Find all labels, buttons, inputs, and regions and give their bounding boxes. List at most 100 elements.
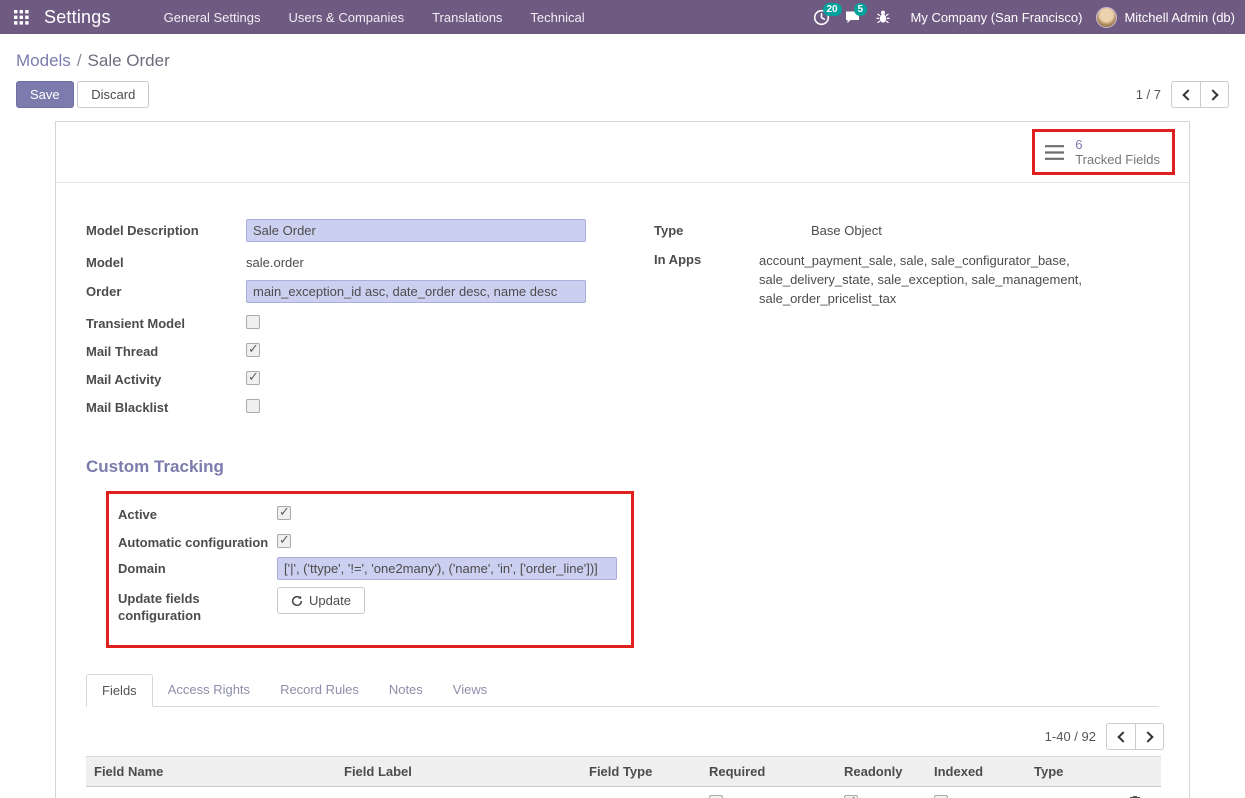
cell-type[interactable]: Base Field xyxy=(1026,787,1121,798)
active-checkbox[interactable] xyxy=(277,506,291,520)
save-button[interactable]: Save xyxy=(16,81,74,108)
automatic-configuration-checkbox[interactable] xyxy=(277,534,291,548)
transient-model-label: Transient Model xyxy=(86,312,246,332)
activities-count-badge: 20 xyxy=(823,3,842,16)
user-menu[interactable]: Mitchell Admin (db) xyxy=(1096,7,1235,28)
grid-icon xyxy=(14,10,29,25)
tracked-fields-label: Tracked Fields xyxy=(1075,152,1160,167)
mail-thread-checkbox[interactable] xyxy=(246,343,260,357)
menu-users-companies[interactable]: Users & Companies xyxy=(275,2,417,33)
active-label: Active xyxy=(118,503,277,523)
table-header-row: Field Name Field Label Field Type Requir… xyxy=(86,757,1161,787)
control-panel: Save Discard 1 / 7 xyxy=(0,77,1245,108)
tracked-fields-button[interactable]: 6 Tracked Fields xyxy=(1035,132,1172,172)
list-pager: 1-40 / 92 xyxy=(56,723,1164,750)
messages-button[interactable]: 5 xyxy=(844,9,861,25)
tracked-fields-count: 6 xyxy=(1075,137,1160,152)
record-pager-previous-button[interactable] xyxy=(1171,81,1200,108)
header-required[interactable]: Required xyxy=(701,757,836,787)
model-description-input[interactable] xyxy=(246,219,586,242)
form-right-column: Type Base Object In Apps account_payment… xyxy=(631,219,1159,425)
discard-button[interactable]: Discard xyxy=(77,81,149,108)
custom-tracking-annotation-box: Active Automatic configuration Domain Up… xyxy=(106,491,634,648)
tab-views[interactable]: Views xyxy=(438,674,502,707)
cell-field-type[interactable]: datetime xyxy=(581,787,701,798)
list-pager-previous-button[interactable] xyxy=(1106,723,1135,750)
refresh-icon xyxy=(291,595,303,607)
tab-record-rules[interactable]: Record Rules xyxy=(265,674,374,707)
header-type[interactable]: Type xyxy=(1026,757,1121,787)
update-button-label: Update xyxy=(309,593,351,608)
mail-blacklist-checkbox[interactable] xyxy=(246,399,260,413)
current-app-name[interactable]: Settings xyxy=(44,7,111,28)
automatic-configuration-label: Automatic configuration xyxy=(118,531,277,551)
user-name: Mitchell Admin (db) xyxy=(1124,10,1235,25)
mail-activity-checkbox[interactable] xyxy=(246,371,260,385)
breadcrumb: Models / Sale Order xyxy=(0,34,1245,77)
top-navbar: Settings General Settings Users & Compan… xyxy=(0,0,1245,34)
order-label: Order xyxy=(86,280,246,300)
header-readonly[interactable]: Readonly xyxy=(836,757,926,787)
model-label: Model xyxy=(86,251,246,271)
menu-translations[interactable]: Translations xyxy=(419,2,515,33)
breadcrumb-current: Sale Order xyxy=(88,51,170,70)
in-apps-label: In Apps xyxy=(654,248,759,268)
model-description-label: Model Description xyxy=(86,219,246,239)
button-box: 6 Tracked Fields xyxy=(56,122,1189,183)
menu-general-settings[interactable]: General Settings xyxy=(151,2,274,33)
tab-access-rights[interactable]: Access Rights xyxy=(153,674,265,707)
domain-input[interactable] xyxy=(277,557,617,580)
update-fields-configuration-label: Update fields configuration xyxy=(118,587,277,624)
order-input[interactable] xyxy=(246,280,586,303)
form-left-column: Model Description Model sale.order Order… xyxy=(86,219,631,425)
type-value: Base Object xyxy=(811,219,882,239)
chevron-left-icon xyxy=(1117,731,1128,742)
user-avatar xyxy=(1096,7,1117,28)
cell-field-label[interactable]: Last Modified on xyxy=(336,787,581,798)
transient-model-checkbox[interactable] xyxy=(246,315,260,329)
main-menu: General Settings Users & Companies Trans… xyxy=(151,2,813,33)
breadcrumb-models-link[interactable]: Models xyxy=(16,51,71,70)
model-value: sale.order xyxy=(246,251,304,271)
in-apps-value: account_payment_sale, sale, sale_configu… xyxy=(759,248,1159,308)
chevron-left-icon xyxy=(1182,89,1193,100)
apps-menu-icon[interactable] xyxy=(8,4,34,30)
form-fields: Model Description Model sale.order Order… xyxy=(56,183,1189,425)
messages-count-badge: 5 xyxy=(854,3,868,16)
menu-technical[interactable]: Technical xyxy=(517,2,597,33)
record-pager-next-button[interactable] xyxy=(1200,81,1229,108)
breadcrumb-separator: / xyxy=(77,51,82,70)
header-field-name[interactable]: Field Name xyxy=(86,757,336,787)
notebook-tabs: Fields Access Rights Record Rules Notes … xyxy=(86,674,1159,707)
update-button[interactable]: Update xyxy=(277,587,365,614)
header-actions xyxy=(1121,757,1161,787)
form-buttons: Save Discard xyxy=(16,81,149,108)
chevron-right-icon xyxy=(1142,731,1153,742)
tracked-fields-annotation-box: 6 Tracked Fields xyxy=(1032,129,1175,175)
activities-button[interactable]: 20 xyxy=(813,9,830,26)
header-indexed[interactable]: Indexed xyxy=(926,757,1026,787)
mail-thread-label: Mail Thread xyxy=(86,340,246,360)
company-switcher[interactable]: My Company (San Francisco) xyxy=(911,10,1083,25)
debug-button[interactable] xyxy=(875,9,891,25)
list-icon xyxy=(1043,143,1066,162)
custom-tracking-title: Custom Tracking xyxy=(86,457,1189,477)
cell-field-name[interactable]: __last_update xyxy=(86,787,336,798)
table-row[interactable]: __last_update Last Modified on datetime … xyxy=(86,787,1161,798)
header-field-label[interactable]: Field Label xyxy=(336,757,581,787)
tab-notes[interactable]: Notes xyxy=(374,674,438,707)
header-field-type[interactable]: Field Type xyxy=(581,757,701,787)
type-label: Type xyxy=(654,219,811,239)
mail-activity-label: Mail Activity xyxy=(86,368,246,388)
systray: 20 5 My Company (San Francisco) Mitchell… xyxy=(813,7,1236,28)
record-pager-value: 1 / 7 xyxy=(1136,87,1161,102)
fields-table: Field Name Field Label Field Type Requir… xyxy=(86,756,1161,798)
tab-fields[interactable]: Fields xyxy=(86,674,153,707)
list-pager-value: 1-40 / 92 xyxy=(1045,729,1096,744)
list-pager-next-button[interactable] xyxy=(1135,723,1164,750)
mail-blacklist-label: Mail Blacklist xyxy=(86,396,246,416)
form-sheet: 6 Tracked Fields Model Description Model… xyxy=(55,121,1190,798)
chevron-right-icon xyxy=(1207,89,1218,100)
record-pager: 1 / 7 xyxy=(1136,81,1229,108)
domain-label: Domain xyxy=(118,557,277,577)
